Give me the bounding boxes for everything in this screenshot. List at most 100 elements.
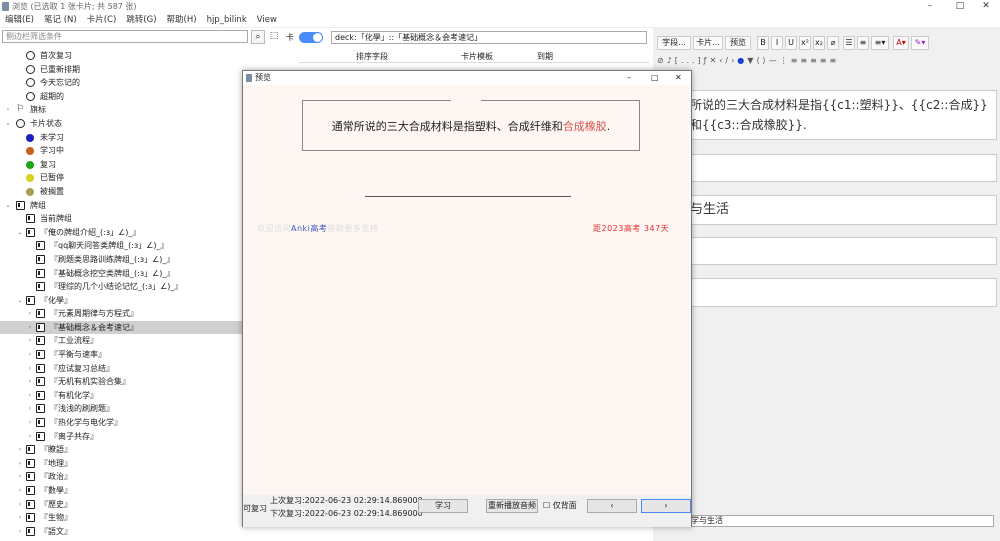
tags-input[interactable]: 化学与生活 <box>680 515 994 527</box>
expand-arrow-icon[interactable]: ⌄ <box>16 226 24 240</box>
expand-arrow-icon[interactable]: › <box>16 511 24 525</box>
sidebar-item[interactable]: › 『有机化学』 <box>0 389 283 403</box>
sidebar-item[interactable]: 『理综的几个小结论记忆_(:з」∠)_』 <box>0 280 283 294</box>
text-color-icon[interactable]: A▾ <box>893 36 909 50</box>
expand-arrow-icon[interactable]: ⌄ <box>4 199 12 213</box>
search-icon[interactable]: ⌕ <box>251 30 265 44</box>
sidebar-item[interactable]: › 『瞭語』 <box>0 443 283 457</box>
column-sort-field[interactable]: 排序字段 <box>356 50 388 63</box>
expand-arrow-icon[interactable]: › <box>26 416 34 430</box>
sidebar-item[interactable]: › 『地理』 <box>0 457 283 471</box>
search-input[interactable]: deck:「化學」::「基础概念＆会考速记」 <box>331 31 647 44</box>
sidebar-item[interactable]: 『基础概念挖空类牌组_(:з」∠)_』 <box>0 267 283 281</box>
sidebar-item[interactable]: 首次复习 <box>0 49 283 63</box>
expand-arrow-icon[interactable]: › <box>26 402 34 416</box>
subscript-button[interactable]: x₂ <box>813 36 825 50</box>
preview-close-button[interactable]: ✕ <box>675 71 682 85</box>
sidebar-item[interactable]: › 『歷史』 <box>0 498 283 512</box>
expand-arrow-icon[interactable]: › <box>26 321 34 335</box>
sidebar-item[interactable]: 『刷题类思路训练牌组_(:з」∠)_』 <box>0 253 283 267</box>
sidebar-item[interactable]: ⌄ 卡片状态 <box>0 117 283 131</box>
preview-maximize-button[interactable]: □ <box>651 71 659 85</box>
bold-button[interactable]: B <box>757 36 769 50</box>
expand-arrow-icon[interactable]: ⌄ <box>4 117 12 131</box>
superscript-button[interactable]: x² <box>799 36 811 50</box>
sidebar-item[interactable]: › ⚐ 旗标 <box>0 103 283 117</box>
expand-arrow-icon[interactable]: › <box>16 457 24 471</box>
expand-arrow-icon[interactable]: › <box>16 498 24 512</box>
sidebar-item[interactable]: › 『基础概念＆会考速记』 <box>0 320 283 335</box>
sidebar-item[interactable]: › 『浅浅的刷刷题』 <box>0 402 283 416</box>
text-field[interactable]: 所说的三大合成材料是指{{c1::塑料}}、{{c2::合成}}和{{c3::合… <box>683 90 997 140</box>
sidebar-item[interactable]: 当前牌组 <box>0 212 283 226</box>
menu-cards[interactable]: 卡片(C) <box>82 13 122 27</box>
expand-arrow-icon[interactable]: › <box>26 389 34 403</box>
menu-notes[interactable]: 笔记 (N) <box>39 13 82 27</box>
sidebar-item[interactable]: 已暂停 <box>0 171 283 185</box>
minimize-button[interactable]: – <box>916 0 944 13</box>
expand-arrow-icon[interactable]: › <box>26 334 34 348</box>
sidebar-item[interactable]: 学习中 <box>0 144 283 158</box>
highlight-color-icon[interactable]: ✎▾ <box>911 36 929 50</box>
numbered-list-icon[interactable]: ≡ <box>857 36 869 50</box>
menu-help[interactable]: 帮助(H) <box>162 13 202 27</box>
expand-arrow-icon[interactable]: › <box>26 375 34 389</box>
secondary-toolbar[interactable]: ⊘♪[...]ƒ✕‹/›●▼⟨⟩—⋮≡≡≡≡≡ <box>657 56 937 70</box>
italic-button[interactable]: I <box>771 36 783 50</box>
maximize-button[interactable]: □ <box>946 0 974 13</box>
extra2-field[interactable] <box>683 278 997 307</box>
cards-button[interactable]: 卡片... <box>693 36 723 50</box>
cards-notes-toggle[interactable] <box>299 32 323 43</box>
sidebar-item[interactable]: ⌄ 『俺の牌组介绍_(:з」∠)_』 <box>0 226 283 240</box>
sidebar-item[interactable]: ⌄ 牌组 <box>0 199 283 213</box>
expand-arrow-icon[interactable]: › <box>26 362 34 376</box>
sidebar-item[interactable]: › 『語文』 <box>0 525 283 539</box>
sidebar-filter-input[interactable]: 侧边栏筛选条件 <box>2 30 248 43</box>
anki-gaokao-link[interactable]: Anki高考 <box>291 224 327 233</box>
menu-view[interactable]: View <box>252 13 282 27</box>
menu-hjp-bilink[interactable]: hjp_bilink <box>202 13 252 27</box>
source-field[interactable]: 与生活 <box>683 195 997 225</box>
underline-button[interactable]: U <box>785 36 797 50</box>
expand-arrow-icon[interactable]: ⌄ <box>16 294 24 308</box>
sidebar-item[interactable]: › 『數學』 <box>0 484 283 498</box>
bullet-list-icon[interactable]: ☰ <box>843 36 855 50</box>
menu-edit[interactable]: 编辑(E) <box>0 13 39 27</box>
replay-audio-button[interactable]: 重新播放音频 <box>486 499 538 513</box>
sidebar-item[interactable]: 未学习 <box>0 131 283 145</box>
sidebar-item[interactable]: ⌄ 『化學』 <box>0 294 283 308</box>
sidebar-item[interactable]: 超期的 <box>0 90 283 104</box>
column-due[interactable]: 到期 <box>537 50 553 63</box>
fields-button[interactable]: 字段... <box>657 36 691 50</box>
sidebar-item[interactable]: › 『热化学与电化学』 <box>0 416 283 430</box>
align-dropdown-icon[interactable]: ≡▾ <box>871 36 889 50</box>
sidebar-item[interactable]: › 『工业流程』 <box>0 334 283 348</box>
extra-field[interactable] <box>683 154 997 182</box>
sidebar-item[interactable]: › 『应试复习总结』 <box>0 362 283 376</box>
select-tool-icon[interactable]: ⬚ <box>267 30 281 44</box>
column-card-template[interactable]: 卡片模板 <box>461 50 493 63</box>
sidebar-item[interactable]: 今天忘记的 <box>0 76 283 90</box>
previous-card-button[interactable]: ‹ <box>587 499 637 513</box>
expand-arrow-icon[interactable]: › <box>26 430 34 444</box>
expand-arrow-icon[interactable]: › <box>16 484 24 498</box>
expand-arrow-icon[interactable]: › <box>16 470 24 484</box>
sidebar-item[interactable]: › 『元素周期律与方程式』 <box>0 307 283 321</box>
preview-minimize-button[interactable]: – <box>627 71 631 85</box>
sidebar-item[interactable]: 『qq聊天问答类牌组_(:з」∠)_』 <box>0 239 283 253</box>
notes-field[interactable] <box>683 237 997 265</box>
sidebar-item[interactable]: › 『政治』 <box>0 470 283 484</box>
sidebar-item[interactable]: 复习 <box>0 158 283 172</box>
back-only-checkbox[interactable]: ☐ 仅背面 <box>543 500 577 511</box>
close-button[interactable]: ✕ <box>972 0 1000 13</box>
expand-arrow-icon[interactable]: › <box>4 103 12 117</box>
learn-button[interactable]: 学习 <box>418 499 468 513</box>
menu-goto[interactable]: 跳转(G) <box>121 13 161 27</box>
expand-arrow-icon[interactable]: › <box>16 525 24 539</box>
sidebar-item[interactable]: 被搁置 <box>0 185 283 199</box>
sidebar-item[interactable]: › 『平衡与速率』 <box>0 348 283 362</box>
sidebar-item[interactable]: › 『离子共存』 <box>0 430 283 444</box>
next-card-button[interactable]: › <box>641 499 691 513</box>
clear-format-icon[interactable]: ⌀ <box>827 36 839 50</box>
expand-arrow-icon[interactable]: › <box>16 443 24 457</box>
